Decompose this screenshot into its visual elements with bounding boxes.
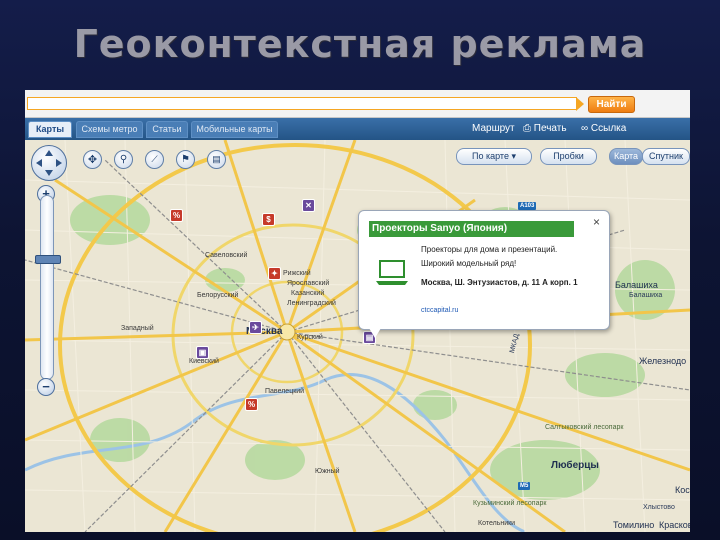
search-arrow-icon [576, 97, 584, 111]
find-button[interactable]: Найти [588, 96, 635, 113]
layers-tool-button[interactable]: ▤ [207, 150, 226, 169]
label-yuzhny: Южный [315, 468, 340, 475]
label-zapadny: Западный [121, 325, 154, 332]
magnifier-icon: ⚲ [119, 154, 128, 165]
label-kotelniki: Котельники [478, 520, 516, 527]
poi-marker-money[interactable]: $ [262, 213, 275, 226]
label-krasko: Красков [659, 520, 690, 530]
ad-popup-address: Москва, Ш. Энтузиастов, д. 11 А корп. 1 [421, 278, 578, 287]
label-yaroslavsky: Ярославский [287, 280, 330, 287]
laptop-icon [376, 260, 408, 285]
label-balashikha: Балашиха [615, 280, 658, 290]
traffic-button[interactable]: Пробки [540, 148, 597, 165]
map-drawing [25, 140, 690, 532]
label-savelovsky: Савеловский [205, 252, 248, 259]
label-kievsky: Киевский [189, 358, 219, 365]
label-m5: M5 [518, 482, 531, 490]
ad-popup-title[interactable]: Проекторы Sanyo (Япония) [369, 221, 574, 237]
move-icon: ✥ [87, 154, 98, 166]
close-icon[interactable]: × [593, 215, 600, 229]
label-paveletsky: Павелецкий [265, 388, 305, 395]
print-icon: ⎙ [523, 123, 531, 134]
poi-marker-case[interactable]: ▣ [196, 346, 209, 359]
zoom-slider-thumb[interactable] [35, 255, 61, 264]
map-screenshot: Найти Карты Схемы метро Статьи Мобильные… [25, 90, 690, 532]
tab-maps[interactable]: Карты [28, 121, 72, 138]
label-kursky: Курский [297, 334, 323, 341]
tab-metro-schemes[interactable]: Схемы метро [76, 121, 143, 138]
label-kuzminsky: Кузьминский лесопарк [473, 500, 547, 507]
label-khlystovo: Хлыстово [643, 504, 675, 511]
ad-popup-tail [369, 328, 381, 338]
print-link[interactable]: ⎙ Печать [523, 123, 567, 134]
label-kazansky: Казанский [291, 290, 325, 297]
print-label: Печать [533, 123, 567, 134]
ad-popup-url[interactable]: ctccapital.ru [421, 307, 458, 314]
layers-icon: ▤ [212, 154, 221, 164]
link-icon: ∞ [581, 123, 589, 134]
search-scope-dropdown[interactable]: По карте ▾ [456, 148, 532, 165]
label-zheleznodor: Железнодо [639, 356, 687, 366]
tab-mobile-maps[interactable]: Мобильные карты [191, 121, 278, 138]
search-scope-label: По карте [472, 151, 509, 161]
pan-control[interactable] [31, 145, 67, 181]
poi-marker-discount[interactable]: % [170, 209, 183, 222]
label-tomilino: Томилино [613, 520, 655, 530]
search-bar: Найти [25, 90, 690, 118]
ad-popup-line-1: Проекторы для дома и презентаций. [421, 245, 558, 254]
slide-title: Геоконтекстная реклама [73, 22, 647, 66]
flag-icon: ⚑ [181, 154, 190, 165]
poi-marker-discount-2[interactable]: % [245, 398, 258, 411]
map-canvas[interactable]: ✥ ⚲ ⟋ ⚑ ▤ + − По карте ▾ Пробки Карта Сп… [25, 140, 690, 532]
label-belorussky: Белорусский [197, 292, 239, 299]
label-a103: A103 [518, 202, 537, 210]
pan-arrows-icon [36, 150, 62, 176]
poi-marker-people[interactable]: ✦ [268, 267, 281, 280]
tab-articles[interactable]: Статьи [146, 121, 188, 138]
label-lyubertsy: Люберцы [551, 460, 599, 471]
magnifier-tool-button[interactable]: ⚲ [114, 150, 133, 169]
poi-marker-cross[interactable]: ✕ [302, 199, 315, 212]
route-link[interactable]: Маршрут [472, 123, 515, 134]
search-input[interactable] [27, 97, 577, 110]
label-leningradsky: Ленинградский [287, 300, 336, 307]
zoom-slider-track[interactable] [40, 195, 54, 380]
ad-popup-line-2: Широкий модельный ряд! [421, 259, 517, 268]
map-mode-button[interactable]: Карта [609, 148, 643, 165]
move-tool-button[interactable]: ✥ [83, 150, 102, 169]
label-balashikha-station: Балашиха [629, 292, 663, 299]
share-label: Ссылка [590, 123, 627, 134]
flag-tool-button[interactable]: ⚑ [176, 150, 195, 169]
ruler-icon: ⟋ [151, 154, 158, 164]
poi-marker-plane[interactable]: ✈ [249, 321, 262, 334]
zoom-out-button[interactable]: − [37, 378, 55, 396]
label-saltykovsky: Салтыковский лесопарк [545, 424, 624, 431]
label-rizhsky: Рижский [283, 270, 311, 277]
ruler-tool-button[interactable]: ⟋ [145, 150, 164, 169]
satellite-mode-button[interactable]: Спутник [642, 148, 690, 165]
map-toolbar: Карты Схемы метро Статьи Мобильные карты… [25, 118, 690, 140]
ad-popup: Проекторы Sanyo (Япония) × Проекторы для… [358, 210, 610, 338]
share-link[interactable]: ∞ Ссылка [581, 123, 626, 134]
label-kosino: Кос [675, 485, 690, 495]
chevron-down-icon: ▾ [511, 151, 516, 161]
